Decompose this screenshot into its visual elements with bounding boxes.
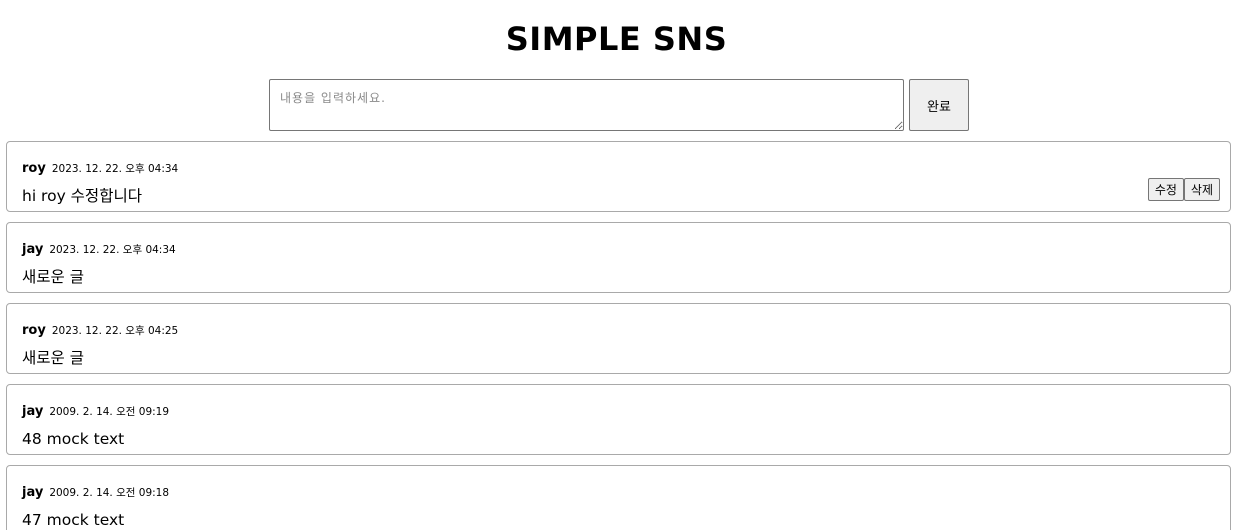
post-content: 새로운 글: [22, 268, 84, 286]
post-content-input[interactable]: [269, 79, 904, 131]
post-content: 새로운 글: [22, 349, 84, 367]
post-meta: jay 2009. 2. 14. 오전 09:18: [22, 483, 169, 501]
post-time: 2009. 2. 14. 오전 09:19: [49, 406, 170, 418]
edit-button[interactable]: 수정: [1147, 178, 1184, 201]
post-meta: jay 2023. 12. 22. 오후 04:34: [22, 240, 176, 258]
post-time: 2023. 12. 22. 오후 04:34: [49, 244, 176, 256]
post-card: jay 2009. 2. 14. 오전 09:19 48 mock text: [6, 384, 1231, 455]
post-feed: roy 2023. 12. 22. 오후 04:34 hi roy 수정합니다 수…: [6, 141, 1231, 530]
post-content: 48 mock text: [22, 430, 125, 448]
post-card: roy 2023. 12. 22. 오후 04:25 새로운 글: [6, 303, 1231, 374]
app-page: SIMPLE SNS 완료 roy 2023. 12. 22. 오후 04:34 …: [0, 0, 1233, 530]
post-card: roy 2023. 12. 22. 오후 04:34 hi roy 수정합니다 수…: [6, 141, 1231, 212]
post-content: 47 mock text: [22, 511, 125, 529]
post-meta: roy 2023. 12. 22. 오후 04:34: [22, 159, 178, 177]
post-author: jay: [22, 242, 44, 257]
post-author: jay: [22, 404, 44, 419]
submit-button[interactable]: 완료: [909, 79, 969, 131]
post-author: roy: [22, 161, 46, 176]
post-time: 2009. 2. 14. 오전 09:18: [49, 487, 170, 499]
post-time: 2023. 12. 22. 오후 04:25: [51, 325, 179, 337]
post-time: 2023. 12. 22. 오후 04:34: [51, 163, 179, 175]
post-meta: roy 2023. 12. 22. 오후 04:25: [22, 321, 178, 339]
page-title: SIMPLE SNS: [505, 20, 728, 58]
delete-button[interactable]: 삭제: [1183, 178, 1220, 201]
post-card: jay 2009. 2. 14. 오전 09:18 47 mock text: [6, 465, 1231, 530]
post-author: jay: [22, 485, 44, 500]
post-card: jay 2023. 12. 22. 오후 04:34 새로운 글: [6, 222, 1231, 293]
post-actions: 수정 삭제: [1147, 178, 1220, 201]
post-composer: 완료: [269, 79, 969, 131]
post-content: hi roy 수정합니다: [22, 187, 142, 205]
post-meta: jay 2009. 2. 14. 오전 09:19: [22, 402, 169, 420]
post-author: roy: [22, 323, 46, 338]
